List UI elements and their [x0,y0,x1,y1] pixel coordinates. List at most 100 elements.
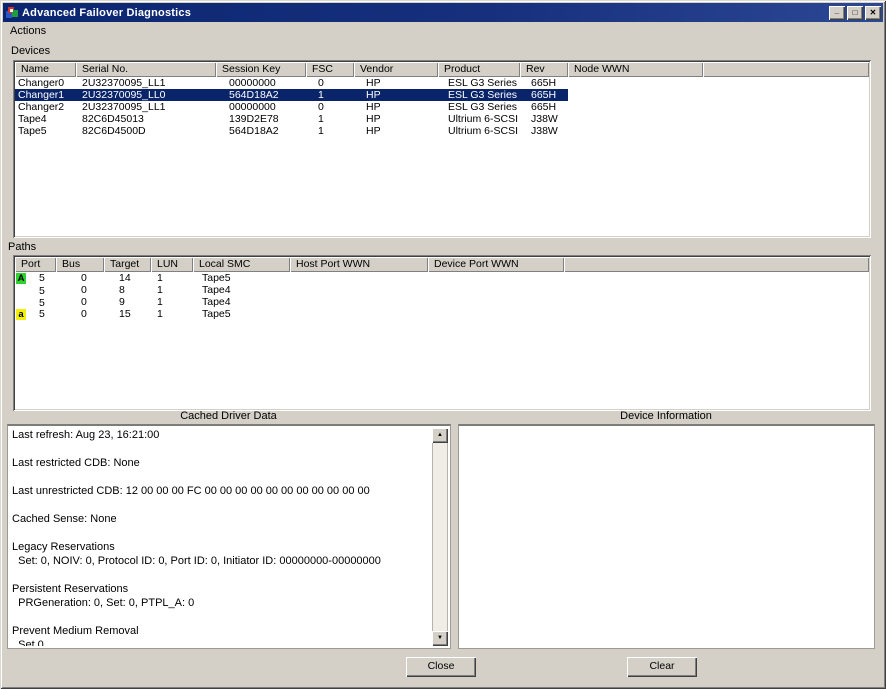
cell: 9 [104,296,151,308]
cell: 1 [306,89,354,101]
paths-section-label: Paths [8,241,36,253]
cell: 0 [56,308,104,320]
table-row[interactable]: Changer22U32370095_LL1000000000HPESL G3 … [15,101,869,113]
column-header[interactable]: Product [438,62,520,77]
cell: 1 [306,125,354,137]
table-row[interactable]: Changer02U32370095_LL1000000000HPESL G3 … [15,77,869,89]
table-row[interactable]: Changer12U32370095_LL0564D18A21HPESL G3 … [15,89,869,101]
table-row[interactable]: Tape582C6D4500D564D18A21HPUltrium 6-SCSI… [15,125,869,137]
cached-driver-data-box: Last refresh: Aug 23, 16:21:00 Last rest… [7,424,451,649]
cell: 1 [151,284,193,296]
cell: 2U32370095_LL1 [76,101,216,113]
cell: 665H [520,89,568,101]
column-header[interactable]: Bus [56,257,104,272]
table-row[interactable]: a50151Tape5 [15,308,869,320]
cell: 14 [104,272,151,284]
cell: Tape4 [193,284,290,296]
device-information-label: Device Information [456,410,876,422]
cell: Changer1 [15,89,76,101]
column-header[interactable]: Node WWN [568,62,703,77]
cell: HP [354,125,438,137]
close-icon[interactable]: ✕ [865,6,881,20]
window-controls: _ □ ✕ [829,6,883,20]
cell: 665H [520,101,568,113]
cell: 8 [104,284,151,296]
menu-actions[interactable]: Actions [3,23,53,39]
paths-listview[interactable]: PortBusTargetLUNLocal SMCHost Port WWNDe… [13,255,871,411]
cell: ESL G3 Series [438,101,520,113]
cell: 2U32370095_LL0 [76,89,216,101]
cell: 665H [520,77,568,89]
cell: HP [354,113,438,125]
window-title: Advanced Failover Diagnostics [22,7,191,19]
cell: 1 [151,296,193,308]
cell: Tape4 [193,296,290,308]
cell: ESL G3 Series [438,89,520,101]
cached-driver-data-label: Cached Driver Data [5,410,452,422]
column-header[interactable]: Local SMC [193,257,290,272]
cell: 2U32370095_LL1 [76,77,216,89]
cell: J38W [520,125,568,137]
cell: 0 [306,101,354,113]
column-header-filler [703,62,869,77]
column-header[interactable]: LUN [151,257,193,272]
cell: 82C6D45013 [76,113,216,125]
cell: 00000000 [216,77,306,89]
cell: Tape5 [15,125,76,137]
cell-value: 5 [39,308,45,320]
cell: Changer2 [15,101,76,113]
cell: Ultrium 6-SCSI [438,113,520,125]
column-header[interactable]: Target [104,257,151,272]
column-header[interactable]: Serial No. [76,62,216,77]
cell: Changer0 [15,77,76,89]
table-row[interactable]: A50141Tape5 [15,272,869,284]
list-header: NameSerial No.Session KeyFSCVendorProduc… [15,62,869,77]
cell: 0 [56,284,104,296]
list-body: Changer02U32370095_LL1000000000HPESL G3 … [15,77,869,137]
cell: 0 [56,296,104,308]
devices-section-label: Devices [11,45,50,57]
device-information-box [458,424,875,649]
cached-driver-scrollbar[interactable]: ▲ ▼ [432,428,448,646]
app-icon [5,6,19,19]
title-bar[interactable]: Advanced Failover Diagnostics _ □ ✕ [3,3,883,22]
column-header[interactable]: Device Port WWN [428,257,564,272]
table-row[interactable]: 5081Tape4 [15,284,869,296]
column-header[interactable]: Rev [520,62,568,77]
cell: 5 [15,295,56,309]
column-header[interactable]: Host Port WWN [290,257,428,272]
maximize-icon[interactable]: □ [847,6,863,20]
list-header: PortBusTargetLUNLocal SMCHost Port WWNDe… [15,257,869,272]
cell: 1 [306,113,354,125]
column-header[interactable]: FSC [306,62,354,77]
column-header[interactable]: Name [15,62,76,77]
cell: 564D18A2 [216,125,306,137]
list-body: A50141Tape55081Tape45091Tape4a50151Tape5 [15,272,869,320]
column-header[interactable]: Vendor [354,62,438,77]
cell: 0 [306,77,354,89]
cell: 0 [56,272,104,284]
column-header[interactable]: Session Key [216,62,306,77]
cell: Ultrium 6-SCSI [438,125,520,137]
cell: 139D2E78 [216,113,306,125]
cell: 00000000 [216,101,306,113]
scroll-up-icon[interactable]: ▲ [432,428,448,443]
cell: HP [354,89,438,101]
cell: 82C6D4500D [76,125,216,137]
devices-listview[interactable]: NameSerial No.Session KeyFSCVendorProduc… [13,60,871,238]
close-button[interactable]: Close [406,657,476,677]
column-header[interactable]: Port [15,257,56,272]
path-status-badge: a [16,309,26,320]
cell: 15 [104,308,151,320]
clear-button[interactable]: Clear [627,657,697,677]
cell: 1 [151,308,193,320]
cell: J38W [520,113,568,125]
cell: Tape5 [193,272,290,284]
table-row[interactable]: 5091Tape4 [15,296,869,308]
table-row[interactable]: Tape482C6D45013139D2E781HPUltrium 6-SCSI… [15,113,869,125]
minimize-icon[interactable]: _ [829,6,845,20]
device-information-text [461,428,872,646]
cell: ESL G3 Series [438,77,520,89]
cell: 564D18A2 [216,89,306,101]
scroll-down-icon[interactable]: ▼ [432,631,448,646]
